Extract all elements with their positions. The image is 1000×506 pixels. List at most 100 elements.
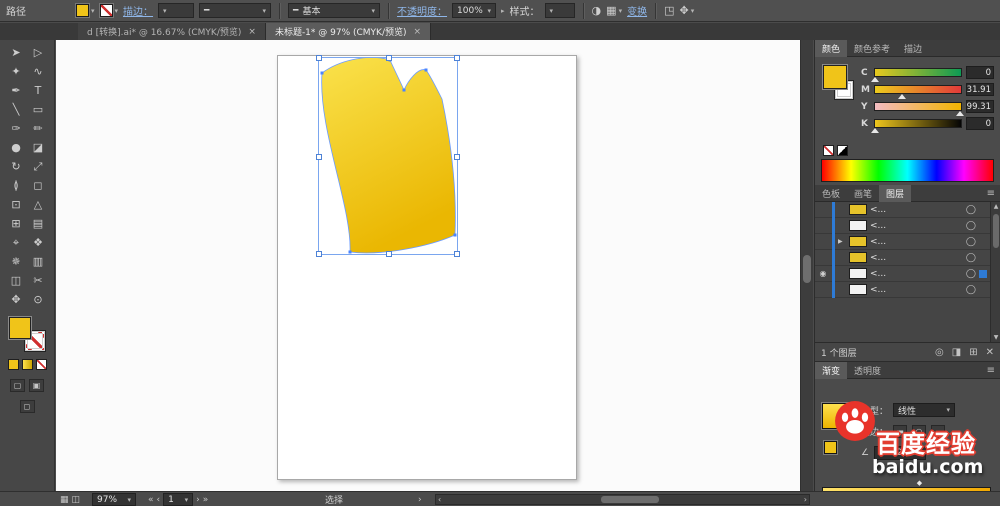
locate-object-icon[interactable]: ◎: [935, 347, 944, 358]
layer-name[interactable]: <...: [870, 253, 963, 263]
target-circle-icon[interactable]: ◯: [966, 237, 976, 247]
layer-thumbnail[interactable]: [849, 252, 867, 263]
channel-value-field[interactable]: 0: [966, 66, 994, 79]
direct-selection-tool[interactable]: ▷: [27, 43, 49, 62]
perspective-grid-tool[interactable]: △: [27, 195, 49, 214]
scroll-left-icon[interactable]: ‹: [438, 495, 441, 504]
fill-swatch[interactable]: [76, 4, 89, 17]
opacity-link[interactable]: 不透明度：: [397, 3, 447, 18]
artboards-icon[interactable]: ◫: [72, 495, 81, 505]
selection-tool[interactable]: ➤: [5, 43, 27, 62]
pen-tool[interactable]: ✒: [5, 81, 27, 100]
layer-thumbnail[interactable]: [849, 268, 867, 279]
next-artboard-icon[interactable]: ›: [196, 495, 200, 505]
layer-name[interactable]: <...: [870, 205, 963, 215]
panel-tab[interactable]: 描边: [897, 40, 929, 57]
isolate-selection-icon[interactable]: ◳: [664, 4, 674, 17]
symbol-sprayer-tool[interactable]: ✵: [5, 252, 27, 271]
canvas-horizontal-scrollbar[interactable]: ‹ ›: [435, 494, 810, 505]
channel-slider[interactable]: [874, 85, 962, 99]
scroll-up-icon[interactable]: ▲: [991, 203, 1000, 210]
fill-proxy-swatch[interactable]: [823, 65, 847, 89]
channel-slider[interactable]: [871, 68, 962, 82]
recolor-artwork-icon[interactable]: ◑: [592, 4, 602, 17]
zoom-level-select[interactable]: 97% ▾: [92, 493, 136, 506]
make-mask-icon[interactable]: ◨: [952, 347, 961, 358]
scrollbar-thumb[interactable]: [601, 496, 659, 503]
channel-value-field[interactable]: 0: [966, 117, 994, 130]
flyout-arrow-icon[interactable]: ▸: [501, 7, 505, 15]
scroll-down-icon[interactable]: ▼: [991, 334, 1000, 341]
layer-name[interactable]: <...: [870, 237, 963, 247]
stroke-gradient-across-icon[interactable]: ◡: [931, 425, 946, 438]
scale-tool[interactable]: ⤢: [27, 157, 49, 176]
fill-color-control[interactable]: ▾: [76, 4, 95, 17]
target-circle-icon[interactable]: ◯: [966, 205, 976, 215]
layer-name[interactable]: <...: [870, 221, 963, 231]
canvas-vertical-scrollbar[interactable]: [800, 40, 813, 491]
stroke-swatch[interactable]: [99, 4, 113, 17]
stroke-color-control[interactable]: ▾: [99, 4, 118, 17]
selected-shape[interactable]: [318, 57, 458, 255]
align-control[interactable]: ▦ ▾: [606, 4, 622, 17]
canvas[interactable]: [56, 40, 800, 491]
target-circle-icon[interactable]: ◯: [966, 285, 976, 295]
width-profile-select[interactable]: ━ ▾: [199, 3, 272, 18]
blob-brush-tool[interactable]: ●: [5, 138, 27, 157]
slider-thumb[interactable]: [898, 94, 907, 99]
layer-thumbnail[interactable]: [849, 204, 867, 215]
gradient-tool[interactable]: ▤: [27, 214, 49, 233]
target-circle-icon[interactable]: ◯: [966, 269, 976, 279]
close-icon[interactable]: ×: [248, 27, 256, 37]
slider-thumb[interactable]: [871, 128, 879, 133]
mesh-tool[interactable]: ⊞: [5, 214, 27, 233]
column-graph-tool[interactable]: ▥: [27, 252, 49, 271]
document-tab[interactable]: d [转换].ai* @ 16.67% (CMYK/预览) ×: [78, 23, 266, 40]
panel-menu-icon[interactable]: ≡: [987, 365, 995, 376]
new-layer-icon[interactable]: ⊞: [969, 347, 977, 358]
gradient-fill-swatch[interactable]: [822, 403, 848, 429]
align-icon[interactable]: ▦: [606, 4, 616, 17]
layer-thumbnail[interactable]: [849, 220, 867, 231]
gradient-button[interactable]: [21, 359, 33, 370]
delete-layer-icon[interactable]: ✕: [986, 347, 994, 358]
layer-thumbnail[interactable]: [849, 284, 867, 295]
document-tab[interactable]: 未标题-1* @ 97% (CMYK/预览) ×: [265, 23, 432, 40]
layer-row[interactable]: ◉ ▶ <... ◯: [815, 233, 990, 250]
stroke-weight-select[interactable]: ▾: [158, 3, 195, 18]
layer-row[interactable]: ◉ ▶ <... ◯: [815, 281, 990, 298]
color-button[interactable]: [7, 359, 19, 370]
layers-scrollbar[interactable]: ▲ ▼: [990, 202, 1000, 342]
expand-arrow-icon[interactable]: ▶: [838, 238, 846, 245]
panel-tab[interactable]: 渐变: [815, 362, 848, 379]
panel-tab[interactable]: 颜色: [815, 40, 848, 57]
chevron-down-icon[interactable]: ▾: [852, 419, 856, 427]
hand-tool[interactable]: ✥: [5, 290, 27, 309]
draw-behind-button[interactable]: ▣: [29, 379, 44, 392]
gradient-stop-swatch[interactable]: [824, 441, 837, 454]
color-spectrum-bar[interactable]: [821, 159, 994, 182]
gradient-type-select[interactable]: 线性 ▾: [893, 403, 956, 417]
channel-slider[interactable]: [871, 119, 962, 133]
status-flyout-icon[interactable]: ›: [418, 495, 422, 505]
layer-name[interactable]: <...: [870, 285, 963, 295]
channel-slider[interactable]: [874, 102, 965, 116]
line-segment-tool[interactable]: ╲: [5, 100, 27, 119]
transform-link[interactable]: 变换: [627, 3, 647, 18]
panel-tab[interactable]: 颜色参考: [847, 40, 897, 57]
layer-thumbnail[interactable]: [849, 236, 867, 247]
lasso-tool[interactable]: ∿: [27, 62, 49, 81]
panel-tab[interactable]: 色板: [815, 185, 847, 202]
opacity-select[interactable]: 100% ▾: [452, 3, 497, 18]
eraser-tool[interactable]: ◪: [27, 138, 49, 157]
draw-normal-button[interactable]: ▢: [10, 379, 25, 392]
chevron-down-icon[interactable]: ▾: [91, 7, 95, 15]
slice-tool[interactable]: ✂: [27, 271, 49, 290]
scrollbar-thumb[interactable]: [803, 255, 811, 283]
stroke-panel-link[interactable]: 描边：: [123, 3, 153, 18]
rotate-tool[interactable]: ↻: [5, 157, 27, 176]
first-artboard-icon[interactable]: «: [148, 495, 154, 505]
grid-icon[interactable]: ▦: [60, 495, 69, 505]
options-icon[interactable]: ✥: [679, 4, 688, 17]
scroll-right-icon[interactable]: ›: [804, 495, 807, 504]
